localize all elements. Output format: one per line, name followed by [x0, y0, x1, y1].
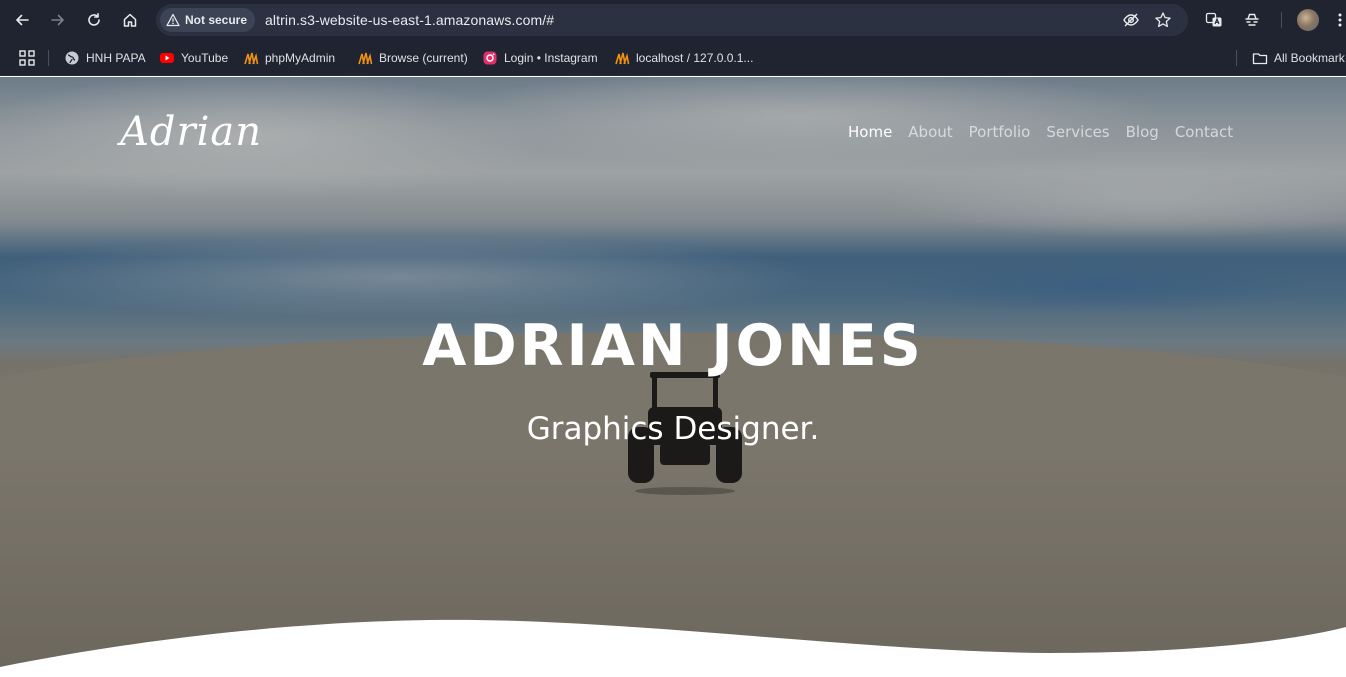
avatar[interactable]: [1297, 9, 1319, 31]
address-bar[interactable]: Not secure altrin.s3-website-us-east-1.a…: [156, 4, 1188, 36]
bookmark-browse-current[interactable]: Browse (current): [357, 47, 468, 69]
bookmark-label: localhost / 127.0.0.1...: [636, 51, 754, 65]
bookmarks-divider: [48, 50, 49, 66]
main-nav: Home About Portfolio Services Blog Conta…: [848, 123, 1233, 141]
instagram-icon: [482, 50, 498, 66]
phpmyadmin-icon: [243, 50, 259, 66]
nav-home[interactable]: Home: [848, 123, 892, 141]
globe-icon: [64, 50, 80, 66]
site-logo[interactable]: Adrian: [120, 109, 262, 155]
extensions-icon[interactable]: [1242, 10, 1262, 30]
hero-section: Adrian Home About Portfolio Services Blo…: [0, 77, 1346, 677]
phpmyadmin-icon: [357, 50, 373, 66]
nav-contact[interactable]: Contact: [1175, 123, 1233, 141]
nav-services[interactable]: Services: [1046, 123, 1109, 141]
back-icon[interactable]: [10, 8, 34, 32]
security-label: Not secure: [185, 13, 248, 27]
bookmark-hnh-papa[interactable]: HNH PAPA: [64, 47, 146, 69]
security-chip[interactable]: Not secure: [160, 8, 256, 32]
forward-icon[interactable]: [46, 8, 70, 32]
toolbar-divider: [1281, 12, 1282, 28]
nav-blog[interactable]: Blog: [1126, 123, 1159, 141]
youtube-icon: [159, 50, 175, 66]
hero-title: ADRIAN JONES: [422, 313, 924, 379]
nav-about[interactable]: About: [908, 123, 952, 141]
bookmark-label: YouTube: [181, 51, 229, 65]
browser-toolbar: Not secure altrin.s3-website-us-east-1.a…: [0, 0, 1346, 40]
apps-grid-icon[interactable]: [18, 49, 36, 67]
reload-icon[interactable]: [82, 8, 106, 32]
folder-icon: [1252, 50, 1268, 66]
nav-portfolio[interactable]: Portfolio: [969, 123, 1031, 141]
bookmark-label: phpMyAdmin: [265, 51, 336, 65]
all-bookmarks-label: All Bookmark: [1274, 51, 1345, 65]
phpmyadmin-icon: [614, 50, 630, 66]
bookmarks-bar: HNH PAPA YouTube phpMyAdmin Browse (curr…: [0, 40, 1346, 76]
warning-icon: [166, 13, 180, 27]
bookmark-label: Login • Instagram: [504, 51, 598, 65]
url-text[interactable]: altrin.s3-website-us-east-1.amazonaws.co…: [265, 12, 554, 28]
bookmark-label: HNH PAPA: [86, 51, 146, 65]
hero-subtitle: Graphics Designer.: [526, 411, 820, 447]
home-icon[interactable]: [118, 8, 142, 32]
bookmark-youtube[interactable]: YouTube: [159, 47, 228, 69]
translate-icon[interactable]: [1204, 10, 1224, 30]
bookmark-phpmyadmin[interactable]: phpMyAdmin: [243, 47, 335, 69]
bookmark-label: Browse (current): [379, 51, 468, 65]
all-bookmarks[interactable]: All Bookmark: [1252, 47, 1345, 69]
bookmarks-divider: [1236, 50, 1237, 66]
star-icon[interactable]: [1154, 11, 1172, 29]
eye-off-icon[interactable]: [1122, 11, 1140, 29]
bookmark-localhost[interactable]: localhost / 127.0.0.1...: [614, 47, 753, 69]
hero-wave-divider: [0, 619, 1346, 677]
menu-icon[interactable]: [1334, 10, 1346, 30]
bookmark-instagram[interactable]: Login • Instagram: [482, 47, 598, 69]
